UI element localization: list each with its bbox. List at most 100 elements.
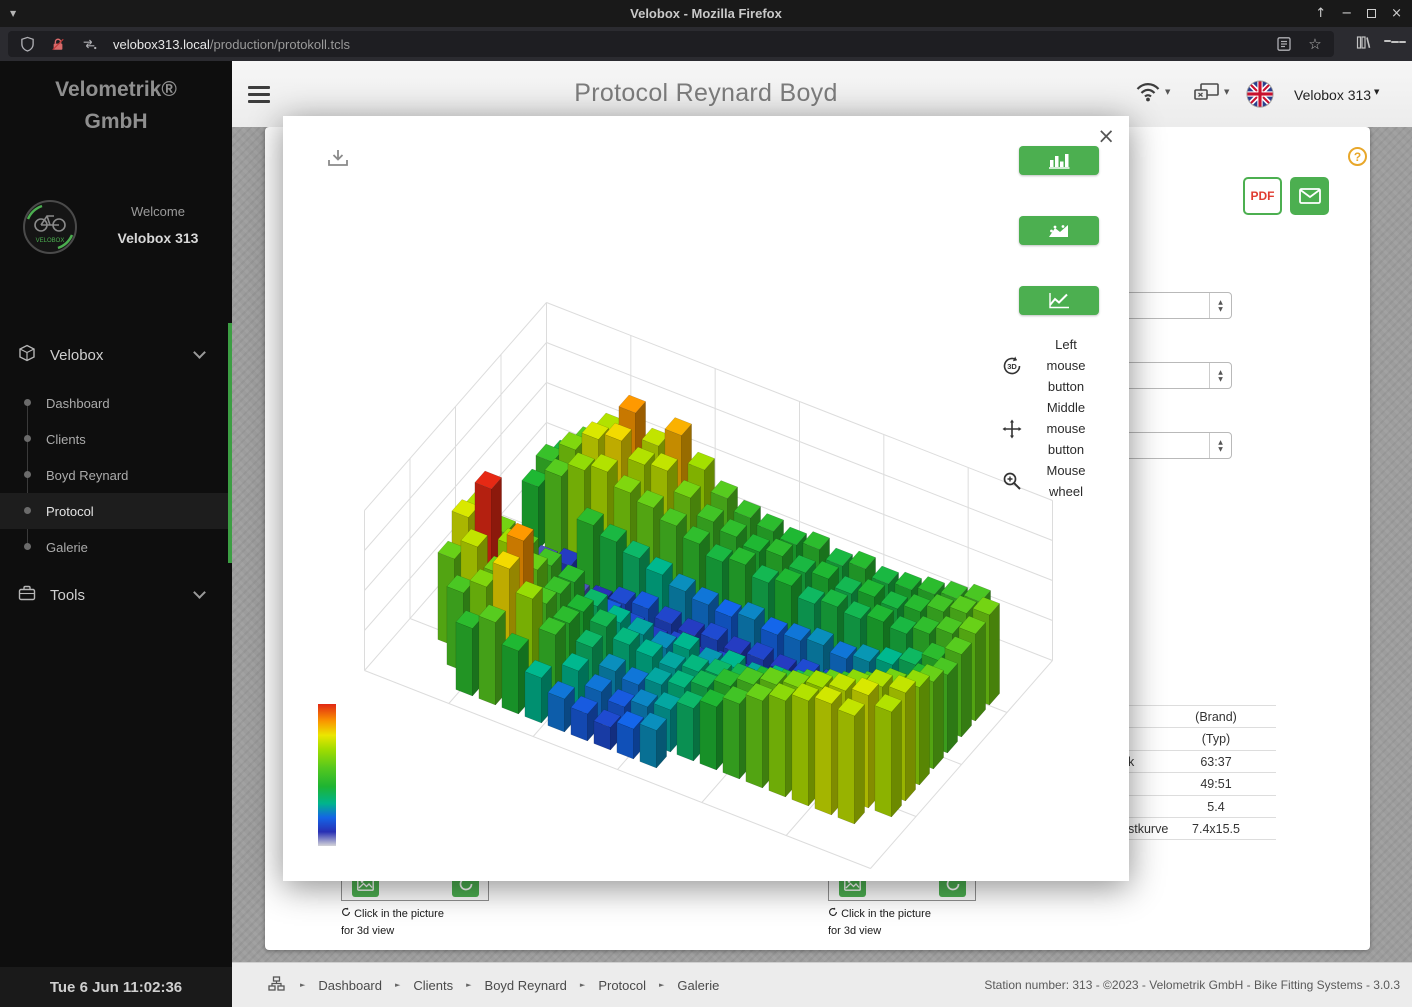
chevron-down-icon [193, 586, 206, 599]
chevron-down-icon [193, 346, 206, 359]
caption-line2: for 3d view [828, 923, 976, 940]
tracking-shield-icon[interactable] [16, 33, 38, 55]
browser-toolbar: velobox313.local/production/protokoll.tc… [0, 27, 1412, 61]
send-email-button[interactable] [1290, 177, 1329, 215]
sidebar-toggle-hamburger-icon[interactable] [248, 82, 270, 107]
sitemap-icon [268, 976, 285, 994]
user-menu[interactable]: Velobox 313 [1294, 87, 1371, 103]
stepper-up-icon[interactable]: ▲ [1218, 369, 1223, 376]
move-icon [999, 419, 1025, 439]
footer: ► Dashboard ► Clients ► Boyd Reynard ► P… [232, 962, 1412, 1007]
caption-line1: Click in the picture [841, 908, 931, 920]
tab-list-caret-icon[interactable]: ▼ [10, 9, 16, 18]
row-value: 63:37 [1156, 755, 1276, 769]
window-close-icon[interactable]: × [1391, 6, 1402, 21]
line-chart-icon [1048, 292, 1070, 309]
row-value: 49:51 [1156, 777, 1276, 791]
url-path: /production/protokoll.tcls [210, 37, 350, 52]
brand-name: Velometrik® GmbH [0, 74, 232, 138]
permissions-icon[interactable] [78, 33, 100, 55]
caption-line1: Click in the picture [354, 908, 444, 920]
picture-caption: Click in the picture for 3d view [341, 906, 489, 940]
legend-line: mouse [1025, 418, 1107, 439]
sidebar-item-label: Clients [46, 432, 86, 447]
legend-line: button [1025, 439, 1107, 460]
rotate-mini-icon [828, 907, 838, 917]
briefcase-icon [18, 585, 36, 605]
legend-line: wheel [1025, 481, 1107, 502]
sidebar-item-boyd-reynard[interactable]: Boyd Reynard [0, 457, 232, 493]
breadcrumb-clients[interactable]: Clients [413, 978, 453, 993]
sidebar-item-clients[interactable]: Clients [0, 421, 232, 457]
user-menu-caret-icon[interactable]: ▼ [1374, 88, 1379, 96]
wifi-icon[interactable] [1135, 81, 1161, 107]
row-value: (Brand) [1156, 710, 1276, 724]
stepper-up-icon[interactable]: ▲ [1218, 299, 1223, 306]
bullet-dot-icon [24, 543, 31, 550]
minimize-icon[interactable]: − [1341, 6, 1352, 21]
help-icon[interactable]: ? [1348, 147, 1367, 166]
remote-desktop-icon[interactable] [1194, 83, 1220, 107]
legend-move-entry: Middle mouse button [999, 397, 1107, 460]
url-bar[interactable]: velobox313.local/production/protokoll.tc… [8, 31, 1334, 57]
stepper-down-icon[interactable]: ▼ [1218, 376, 1223, 383]
menu-hamburger-icon[interactable] [1384, 31, 1406, 53]
bookmark-star-icon[interactable]: ☆ [1304, 33, 1326, 55]
sidebar-item-dashboard[interactable]: Dashboard [0, 385, 232, 421]
legend-line: mouse [1025, 355, 1107, 376]
language-flag-icon[interactable] [1246, 80, 1274, 113]
brand-line1: Velometrik® [0, 74, 232, 106]
insecure-lock-icon[interactable] [47, 33, 69, 55]
brand-line2: GmbH [0, 106, 232, 138]
nav-section-label: Velobox [50, 347, 103, 364]
station-info: Station number: 313 - ©2023 - Velometrik… [984, 978, 1400, 992]
sidebar-item-galerie[interactable]: Galerie [0, 529, 232, 565]
download-chart-icon[interactable] [327, 148, 349, 173]
view-line-chart-button[interactable] [1019, 286, 1099, 315]
maximize-icon[interactable] [1367, 9, 1376, 18]
bullet-dot-icon [24, 507, 31, 514]
window-titlebar: ▼ Velobox - Mozilla Firefox ↑ − × [0, 0, 1412, 27]
modal-close-icon[interactable]: × [1097, 124, 1115, 148]
sidebar-user-name: Velobox 313 [96, 230, 220, 246]
export-pdf-button[interactable]: PDF [1243, 177, 1282, 215]
breadcrumb-protocol[interactable]: Protocol [598, 978, 646, 993]
row-value: 5.4 [1156, 800, 1276, 814]
view-bar-chart-button[interactable] [1019, 146, 1099, 175]
stepper-down-icon[interactable]: ▼ [1218, 306, 1223, 313]
sidebar-item-label: Protocol [46, 504, 94, 519]
caption-line2: for 3d view [341, 923, 489, 940]
logo-text: VELOBOX [36, 238, 65, 244]
breadcrumb-boyd-reynard[interactable]: Boyd Reynard [485, 978, 567, 993]
bullet-dot-icon [24, 435, 31, 442]
welcome-label: Welcome [96, 204, 220, 219]
breadcrumb-dashboard[interactable]: Dashboard [318, 978, 382, 993]
svg-text:3D: 3D [1007, 362, 1017, 371]
package-box-icon [18, 344, 36, 366]
bullet-dot-icon [24, 471, 31, 478]
firefox-window: ▼ Velobox - Mozilla Firefox ↑ − × velobo… [0, 0, 1412, 1007]
row-value: (Typ) [1156, 732, 1276, 746]
legend-line: Left [1025, 334, 1107, 355]
legend-line: Middle [1025, 397, 1107, 418]
nav-section-velobox[interactable]: Velobox [0, 333, 232, 377]
envelope-icon [1299, 188, 1321, 204]
breadcrumb-galerie[interactable]: Galerie [677, 978, 719, 993]
url-text: velobox313.local/production/protokoll.tc… [113, 37, 1264, 52]
zoom-magnifier-icon [999, 471, 1025, 491]
view-area-chart-button[interactable] [1019, 216, 1099, 245]
mouse-controls-legend: 3D Left mouse button Middle mouse button [999, 334, 1107, 502]
keep-on-top-icon[interactable]: ↑ [1315, 6, 1326, 21]
reader-view-icon[interactable] [1273, 33, 1295, 55]
legend-zoom-entry: Mouse wheel [999, 460, 1107, 502]
stepper-up-icon[interactable]: ▲ [1218, 439, 1223, 446]
color-scale-legend [318, 704, 336, 846]
breadcrumb-separator-icon: ► [659, 981, 664, 989]
nav-section-label: Tools [50, 587, 85, 604]
sidebar-item-protocol[interactable]: Protocol [0, 493, 232, 529]
nav-section-tools[interactable]: Tools [0, 573, 232, 617]
remote-desktop-caret-icon[interactable]: ▼ [1224, 88, 1229, 96]
library-icon[interactable] [1352, 31, 1374, 53]
wifi-caret-icon[interactable]: ▼ [1165, 88, 1170, 96]
stepper-down-icon[interactable]: ▼ [1218, 446, 1223, 453]
